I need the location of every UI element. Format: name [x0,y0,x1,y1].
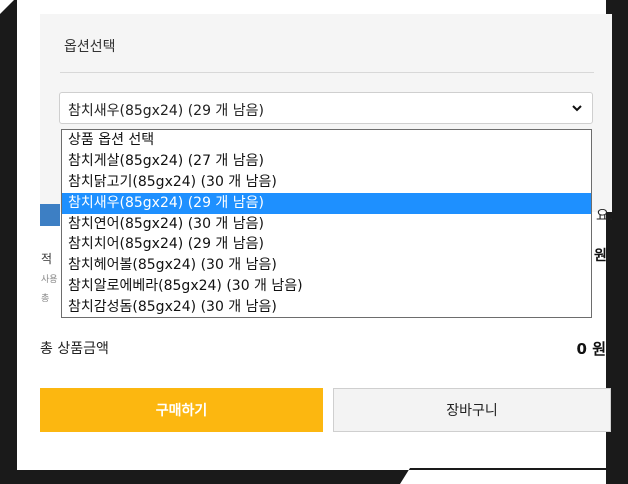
chevron-down-icon [572,105,582,112]
hidden-label-c: 총 [41,294,50,304]
accent-bar [40,204,60,226]
window-frame-bottom-notch [400,468,606,484]
dropdown-option[interactable]: 참치게살(85gx24) (27 개 남음) [62,151,591,172]
option-select[interactable]: 참치새우(85gx24) (29 개 남음) [59,92,593,124]
hidden-notice-text: 요. [596,208,614,224]
hidden-label-a: 적 [41,252,53,266]
buy-button[interactable]: 구매하기 [40,388,323,432]
total-price-value: 0 원 [576,340,606,358]
dropdown-option[interactable]: 참치헤어볼(85gx24) (30 개 남음) [62,255,591,276]
dropdown-option[interactable]: 참치연어(85gx24) (30 개 남음) [62,214,591,235]
dropdown-option[interactable]: 참치감성돔(85gx24) (30 개 남음) [62,297,591,318]
total-price-label: 총 상품금액 [40,341,109,357]
hidden-label-b: 사용 [41,275,58,285]
window-frame-left [0,0,17,484]
dropdown-option[interactable]: 참치알로에베라(85gx24) (30 개 남음) [62,276,591,297]
dropdown-option[interactable]: 참치치어(85gx24) (29 개 남음) [62,234,591,255]
window-frame-left-inner [17,0,23,470]
option-panel-title: 옵션선택 [64,39,116,55]
option-dropdown-list[interactable]: 상품 옵션 선택 참치게살(85gx24) (27 개 남음) 참치닭고기(85… [61,129,592,318]
cart-button[interactable]: 장바구니 [333,388,611,432]
dropdown-option[interactable]: 상품 옵션 선택 [62,130,591,151]
hidden-price-text: 원 [594,248,607,264]
window-frame-corner [0,0,14,14]
dropdown-option[interactable]: 참치닭고기(85gx24) (30 개 남음) [62,172,591,193]
option-select-value: 참치새우(85gx24) (29 개 남음) [68,103,264,119]
dropdown-option-selected[interactable]: 참치새우(85gx24) (29 개 남음) [62,192,591,214]
option-panel-divider [60,72,594,73]
